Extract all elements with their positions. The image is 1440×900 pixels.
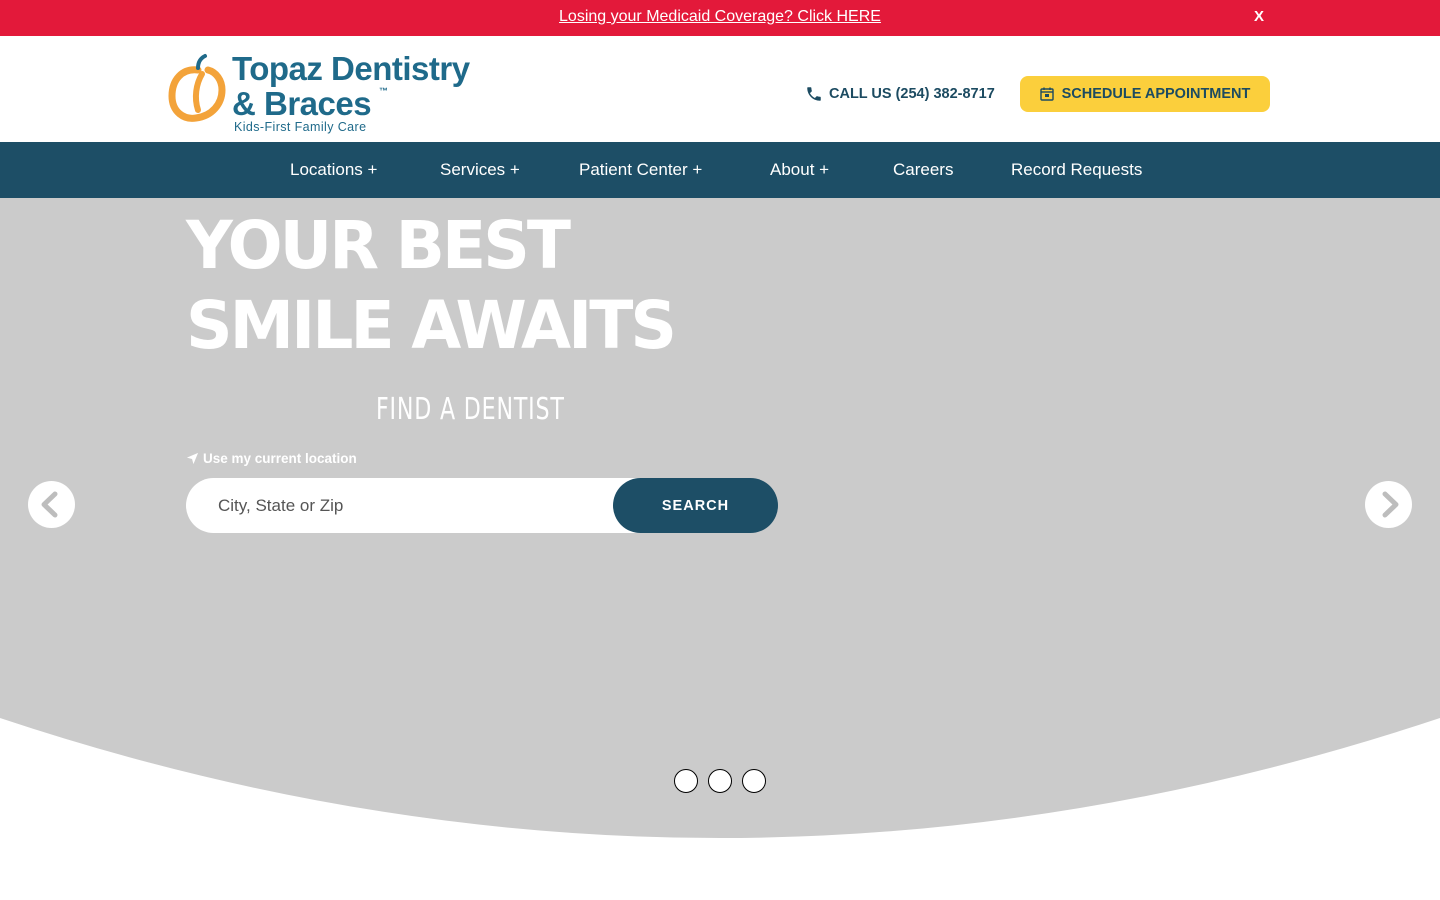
call-us-link[interactable]: CALL US (254) 382-8717 <box>805 85 995 103</box>
nav-item-patient-center[interactable]: Patient Center + <box>579 160 702 180</box>
logo-title-line2: & Braces <box>232 85 372 122</box>
medicaid-alert-link[interactable]: Losing your Medicaid Coverage? Click HER… <box>0 8 1440 26</box>
logo-trademark: ™ <box>379 86 388 96</box>
slide-dot-1[interactable] <box>674 769 698 793</box>
nav-item-services[interactable]: Services + <box>440 160 520 180</box>
nav-item-record-requests[interactable]: Record Requests <box>1011 160 1142 180</box>
next-slide-arrow-icon[interactable] <box>1365 481 1412 528</box>
location-arrow-icon <box>186 452 199 465</box>
schedule-appointment-button[interactable]: SCHEDULE APPOINTMENT <box>1020 76 1270 112</box>
search-button[interactable]: SEARCH <box>613 478 778 533</box>
call-us-label: CALL US (254) 382-8717 <box>829 86 995 102</box>
calendar-icon <box>1039 87 1054 101</box>
main-nav: Locations + Services + Patient Center + … <box>0 142 1440 198</box>
nav-item-about[interactable]: About + <box>770 160 829 180</box>
location-search-input[interactable] <box>186 478 646 533</box>
logo-title-line1: Topaz Dentistry <box>232 50 470 87</box>
tooth-logo-icon <box>168 54 226 122</box>
nav-item-locations[interactable]: Locations + <box>290 160 377 180</box>
hero-headline-line2: SMILE AWAITS <box>186 287 677 364</box>
hero-headline-line1: YOUR BEST <box>186 207 571 284</box>
hero-slider: YOUR BEST SMILE AWAITS FIND A DENTIST Us… <box>0 198 1440 838</box>
use-current-location-link[interactable]: Use my current location <box>186 451 357 466</box>
alert-banner: Losing your Medicaid Coverage? Click HER… <box>0 0 1440 36</box>
find-a-dentist-heading: FIND A DENTIST <box>376 392 565 427</box>
slider-dots <box>674 769 776 793</box>
hero-headline: YOUR BEST SMILE AWAITS <box>186 206 677 366</box>
slide-dot-2[interactable] <box>708 769 732 793</box>
previous-slide-arrow-icon[interactable] <box>28 481 75 528</box>
phone-icon <box>807 87 821 101</box>
site-logo[interactable]: Topaz Dentistry & Braces ™ Kids-First Fa… <box>168 50 498 136</box>
nav-item-careers[interactable]: Careers <box>893 160 953 180</box>
schedule-appointment-label: SCHEDULE APPOINTMENT <box>1061 86 1251 102</box>
close-alert-button[interactable]: X <box>1254 8 1264 25</box>
slide-dot-3[interactable] <box>742 769 766 793</box>
site-header: Topaz Dentistry & Braces ™ Kids-First Fa… <box>0 36 1440 142</box>
use-current-location-label: Use my current location <box>203 451 357 466</box>
logo-tagline: Kids-First Family Care <box>234 120 367 134</box>
